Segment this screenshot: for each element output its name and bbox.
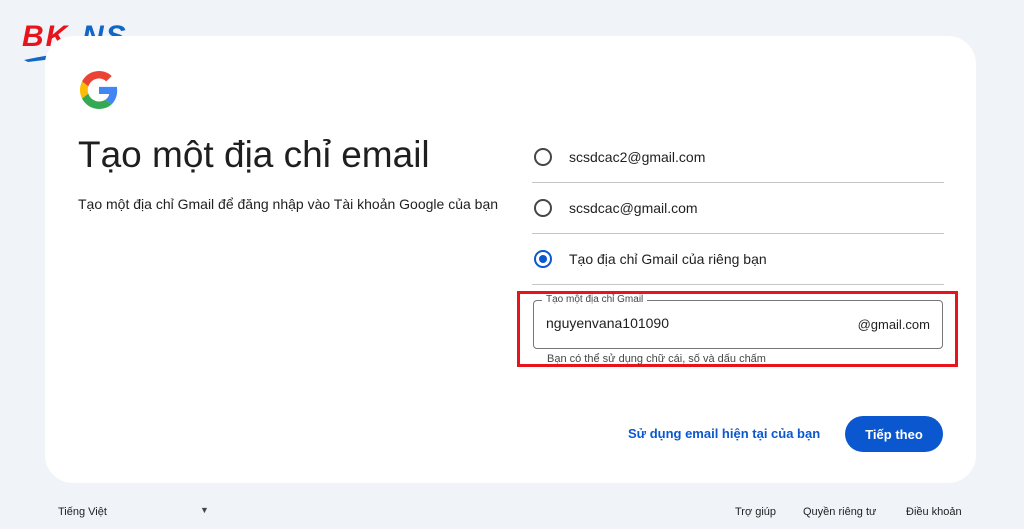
gmail-address-field[interactable]: Tạo một địa chỉ Gmail @gmail.com	[533, 294, 943, 349]
footer-terms-link[interactable]: Điều khoản	[906, 506, 962, 518]
gmail-field-helper: Bạn có thể sử dụng chữ cái, số và dấu ch…	[547, 353, 766, 365]
option-existing-1[interactable]: scsdcac2@gmail.com	[532, 132, 944, 183]
gmail-field-label: Tạo một địa chỉ Gmail	[542, 294, 648, 306]
page-title: Tạo một địa chỉ email	[78, 134, 430, 175]
next-button[interactable]: Tiếp theo	[845, 416, 943, 452]
gmail-username-input[interactable]	[546, 315, 846, 331]
radio-unchecked-icon[interactable]	[534, 199, 552, 217]
footer: Tiếng Việt ▼ Trợ giúp Quyền riêng tư Điề…	[0, 500, 1024, 526]
option-label: Tạo địa chỉ Gmail của riêng bạn	[569, 251, 767, 267]
use-existing-email-button[interactable]: Sử dụng email hiện tại của bạn	[622, 424, 826, 444]
footer-privacy-link[interactable]: Quyền riêng tư	[803, 506, 876, 518]
email-options-list: scsdcac2@gmail.com scsdcac@gmail.com Tạo…	[532, 132, 944, 285]
option-existing-2[interactable]: scsdcac@gmail.com	[532, 183, 944, 234]
option-label: scsdcac2@gmail.com	[569, 149, 706, 165]
radio-unchecked-icon[interactable]	[534, 148, 552, 166]
page-subtitle: Tạo một địa chỉ Gmail để đăng nhập vào T…	[78, 196, 499, 212]
option-create-own[interactable]: Tạo địa chỉ Gmail của riêng bạn	[532, 234, 944, 285]
language-selector[interactable]: Tiếng Việt	[58, 506, 107, 518]
option-label: scsdcac@gmail.com	[569, 200, 698, 216]
caret-down-icon[interactable]: ▼	[200, 505, 209, 515]
radio-checked-icon[interactable]	[534, 250, 552, 268]
google-g-icon	[80, 71, 118, 109]
footer-help-link[interactable]: Trợ giúp	[735, 506, 776, 518]
gmail-domain-suffix: @gmail.com	[857, 317, 930, 332]
